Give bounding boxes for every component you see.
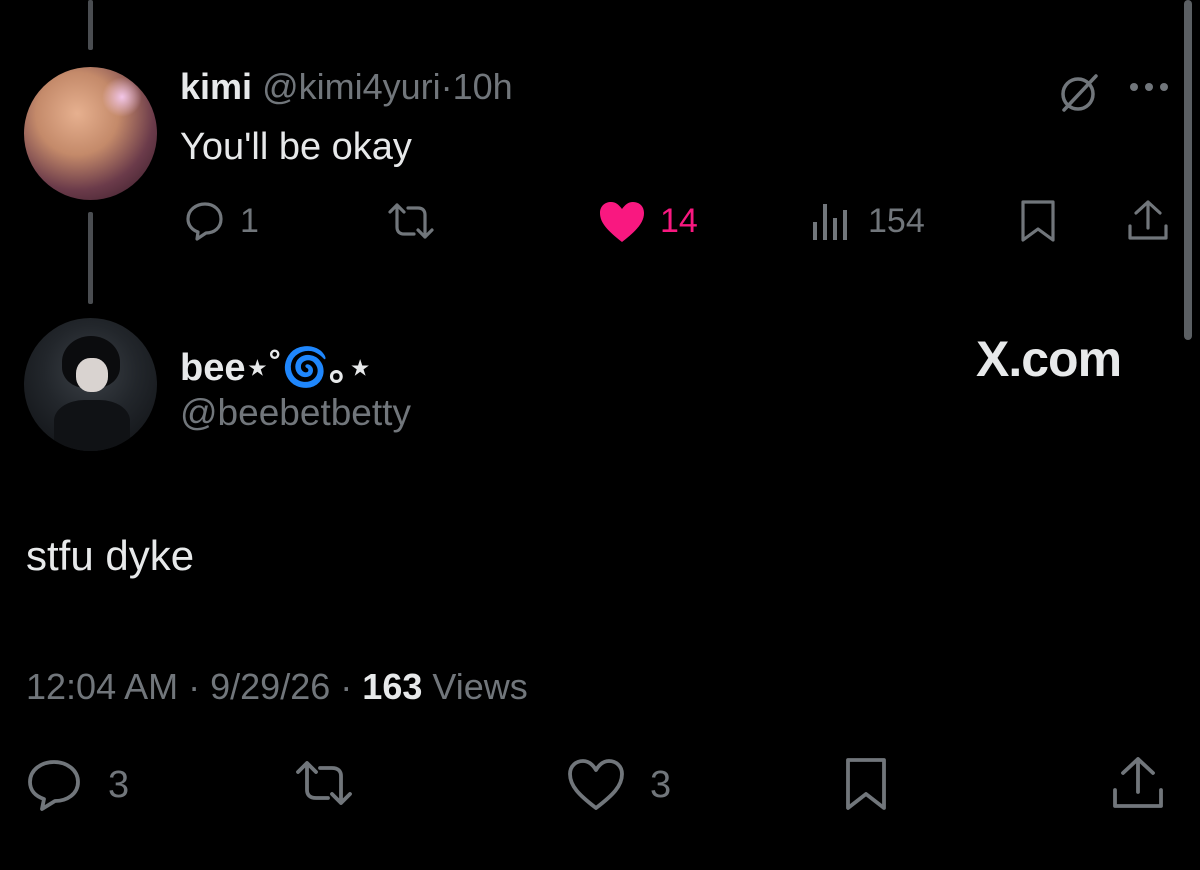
handle[interactable]: @kimi4yuri <box>262 66 441 107</box>
reply-icon[interactable] <box>26 758 82 812</box>
scrollbar[interactable] <box>1184 0 1192 340</box>
thread-line-top <box>88 0 93 50</box>
share-icon[interactable] <box>1126 198 1170 244</box>
tweet-header: kimi @kimi4yuri·10h <box>180 66 513 108</box>
views-number: 163 <box>362 666 423 707</box>
heart-icon[interactable] <box>598 200 646 244</box>
heart-icon[interactable] <box>566 758 626 812</box>
views-icon[interactable] <box>812 200 852 242</box>
meta-dot: · <box>188 666 201 707</box>
handle[interactable]: @beebetbetty <box>180 392 411 434</box>
reply-count: 1 <box>240 202 259 240</box>
thread-line-middle <box>88 212 93 304</box>
tweet-meta: 12:04 AM · 9/29/26 · 163 Views <box>26 666 528 708</box>
tweet-text: stfu dyke <box>26 532 195 579</box>
retweet-icon[interactable] <box>292 758 356 808</box>
avatar-kimi[interactable] <box>24 67 157 200</box>
bookmark-icon[interactable] <box>1018 199 1058 243</box>
views-label[interactable]: Views <box>432 666 527 707</box>
separator: · <box>440 66 453 107</box>
x-com-watermark: X.com <box>976 331 1122 387</box>
like-count: 14 <box>660 202 698 240</box>
reply-count: 3 <box>108 764 130 806</box>
display-name[interactable]: bee⋆˚🌀｡⋆ <box>180 336 372 391</box>
avatar-bee-face <box>76 358 108 392</box>
reply-icon[interactable] <box>184 200 226 242</box>
tweet-date[interactable]: 9/29/26 <box>210 666 330 707</box>
display-name[interactable]: kimi <box>180 66 252 107</box>
retweet-icon[interactable] <box>384 200 438 242</box>
meta-dot: · <box>340 666 353 707</box>
bookmark-icon[interactable] <box>842 756 890 812</box>
more-icon[interactable] <box>1128 80 1172 94</box>
avatar-bee-body <box>54 400 130 451</box>
timestamp[interactable]: 10h <box>453 66 513 107</box>
views-count: 154 <box>868 202 925 240</box>
grok-slash-icon[interactable] <box>1056 70 1102 116</box>
tweet-text: You'll be okay <box>180 126 412 168</box>
avatar-bee[interactable] <box>24 318 157 451</box>
tweet-time[interactable]: 12:04 AM <box>26 666 178 707</box>
avatar-kimi-highlight <box>102 77 142 117</box>
like-count: 3 <box>650 764 672 806</box>
share-icon[interactable] <box>1110 754 1166 812</box>
